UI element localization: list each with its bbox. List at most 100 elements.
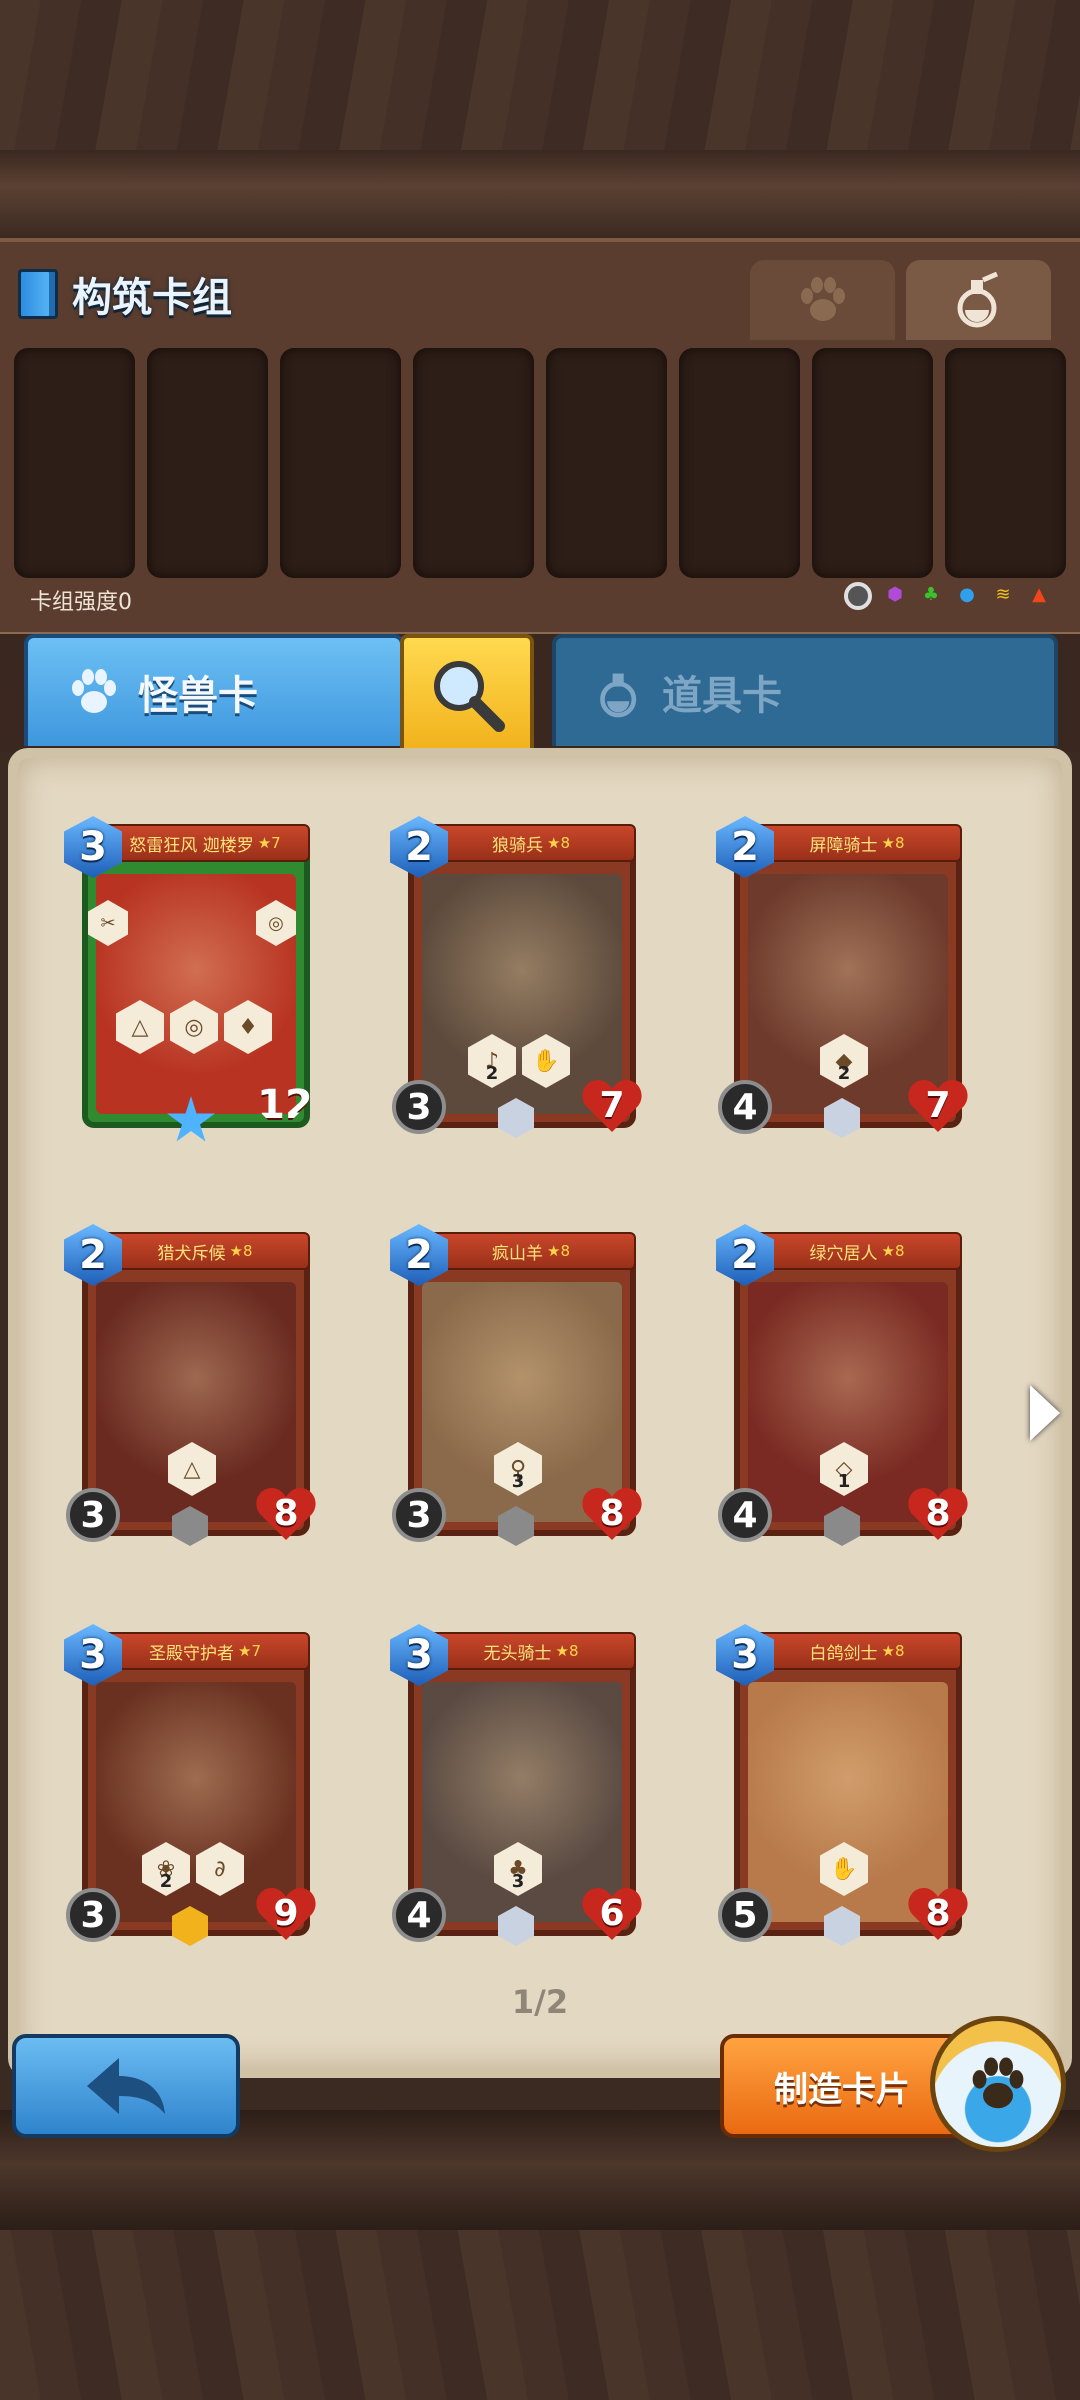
monster-card[interactable]: 疯山羊 ★8 2 ♀ 3 3 8 [386, 1218, 646, 1568]
arcane-icon[interactable]: ⬢ [882, 582, 908, 608]
card-attack: 4 [392, 1888, 446, 1942]
deck-panel: 构筑卡组 卡组强度0 ⬢ ♣ ● ≋ ▲ [0, 238, 1080, 638]
deck-header: 构筑卡组 [18, 264, 232, 324]
monster-card[interactable]: 圣殿守护者 ★7 3 ❀ 2 ∂ 3 9 [60, 1618, 320, 1968]
card-title: 圣殿守护者 ★7 [100, 1632, 310, 1670]
card-name: 绿穴居人 [809, 1243, 878, 1264]
card-attack: 4 [718, 1488, 772, 1542]
paw-icon [800, 277, 845, 321]
card-name: 屏障骑士 [809, 835, 878, 856]
deck-slot[interactable] [413, 348, 534, 578]
card-title: 白鸽剑士 ★8 [752, 1632, 962, 1670]
card-stars: ★8 [555, 1642, 579, 1660]
deck-slots [14, 348, 1066, 578]
skill-count: 1 [837, 1471, 851, 1492]
monster-card[interactable]: 猎犬斥候 ★8 2 △ 3 8 [60, 1218, 320, 1568]
deck-slot[interactable] [945, 348, 1066, 578]
card-title: 无头骑士 ★8 [426, 1632, 636, 1670]
next-page-arrow-icon[interactable] [1030, 1385, 1060, 1441]
paw-icon [972, 2057, 1024, 2109]
skill-glyph: ◎ [268, 912, 284, 934]
skill-count: 2 [159, 1871, 173, 1892]
card-attack: 3 [392, 1080, 446, 1134]
paw-jar-icon[interactable] [930, 2016, 1066, 2152]
skill-count: 2 [837, 1063, 851, 1084]
card-title: 疯山羊 ★8 [426, 1232, 636, 1270]
fire-icon[interactable]: ▲ [1026, 582, 1052, 608]
wood-frame-bottom [0, 2110, 1080, 2400]
make-card-label: 制造卡片 [774, 2069, 910, 2110]
category-tabs: 怪兽卡 道具卡 [0, 634, 1080, 752]
tab-item-cards[interactable]: 道具卡 [552, 634, 1058, 746]
back-button[interactable] [12, 2034, 240, 2138]
potion-icon [600, 673, 637, 718]
card-title: 猎犬斥候 ★8 [100, 1232, 310, 1270]
deck-tab-monster[interactable] [750, 260, 895, 340]
card-stars: ★8 [229, 1242, 253, 1260]
skill-glyph: ∂ [214, 1856, 226, 1882]
paw-icon [72, 669, 116, 713]
card-name: 圣殿守护者 [149, 1643, 234, 1664]
card-art [96, 1682, 296, 1922]
card-stars: ★8 [881, 1642, 905, 1660]
deck-slot[interactable] [14, 348, 135, 578]
card-name: 白鸽剑士 [809, 1643, 878, 1664]
monster-card[interactable]: 绿穴居人 ★8 2 ◇ 1 4 8 [712, 1218, 972, 1568]
card-frame [82, 828, 310, 1128]
wind-icon[interactable]: ≋ [990, 582, 1016, 608]
card-stars: ★8 [881, 1242, 905, 1260]
card-stars: ★8 [547, 1242, 570, 1260]
skill-count: 2 [485, 1063, 499, 1084]
skill-glyph: △ [131, 1014, 149, 1040]
skill-count: 3 [511, 1871, 525, 1892]
skill-glyph: ✋ [830, 1856, 858, 1882]
deck-slot[interactable] [280, 348, 401, 578]
water-icon[interactable]: ● [954, 582, 980, 608]
deck-tab-item[interactable] [906, 260, 1051, 340]
monster-card[interactable]: 屏障骑士 ★8 2 ◆ 2 4 7 [712, 810, 972, 1160]
card-attack: 4 [718, 1080, 772, 1134]
card-stars: ★7 [257, 834, 281, 852]
tab-item-label: 道具卡 [662, 673, 782, 719]
monster-card[interactable]: 狼骑兵 ★8 2 ♪ 2 ✋ 3 7 [386, 810, 646, 1160]
nature-icon[interactable]: ♣ [918, 582, 944, 608]
monster-card[interactable]: 白鸽剑士 ★8 3 ✋ 5 8 [712, 1618, 972, 1968]
element-filter-row: ⬢ ♣ ● ≋ ▲ [844, 582, 1052, 610]
card-stars: ★7 [238, 1642, 261, 1660]
book-icon [18, 269, 58, 319]
card-attack: 3 [392, 1488, 446, 1542]
search-button[interactable] [400, 634, 534, 750]
search-icon [434, 661, 505, 732]
skill-glyph: △ [183, 1456, 201, 1482]
card-attack: 5 [718, 1888, 772, 1942]
card-name: 疯山羊 [492, 1243, 543, 1264]
card-title: 怒雷狂风 迦楼罗 ★7 [100, 824, 310, 862]
card-title: 屏障骑士 ★8 [752, 824, 962, 862]
neutral-icon[interactable] [844, 582, 872, 610]
deck-power-label: 卡组强度0 [30, 590, 132, 615]
deck-slot[interactable] [147, 348, 268, 578]
card-attack: 3 [66, 1488, 120, 1542]
skill-glyph: ✋ [532, 1048, 560, 1074]
potion-icon [957, 272, 998, 328]
card-attack: 3 [66, 1888, 120, 1942]
back-arrow-icon [87, 2058, 165, 2114]
deck-slot[interactable] [679, 348, 800, 578]
skill-glyph: ✂ [100, 912, 116, 934]
monster-card[interactable]: 怒雷狂风 迦楼罗 ★7 3 △ ◎ ♦ ✂ ◎ 12 [60, 810, 320, 1160]
card-name: 狼骑兵 [492, 835, 543, 856]
wood-frame-top [0, 0, 1080, 240]
wood-beam [0, 150, 1080, 240]
card-stars: ★8 [881, 834, 905, 852]
deck-title: 构筑卡组 [72, 275, 232, 321]
deck-slot[interactable] [812, 348, 933, 578]
card-title: 狼骑兵 ★8 [426, 824, 636, 862]
tab-monster-label: 怪兽卡 [138, 673, 258, 719]
deck-slot[interactable] [546, 348, 667, 578]
card-name: 怒雷狂风 迦楼罗 [129, 835, 254, 856]
monster-card[interactable]: 无头骑士 ★8 3 ♣ 3 4 6 [386, 1618, 646, 1968]
tab-monster-cards[interactable]: 怪兽卡 [24, 634, 404, 746]
page-indicator: 1/2 [511, 1983, 569, 2021]
card-name: 无头骑士 [483, 1643, 552, 1664]
card-stars: ★8 [547, 834, 570, 852]
